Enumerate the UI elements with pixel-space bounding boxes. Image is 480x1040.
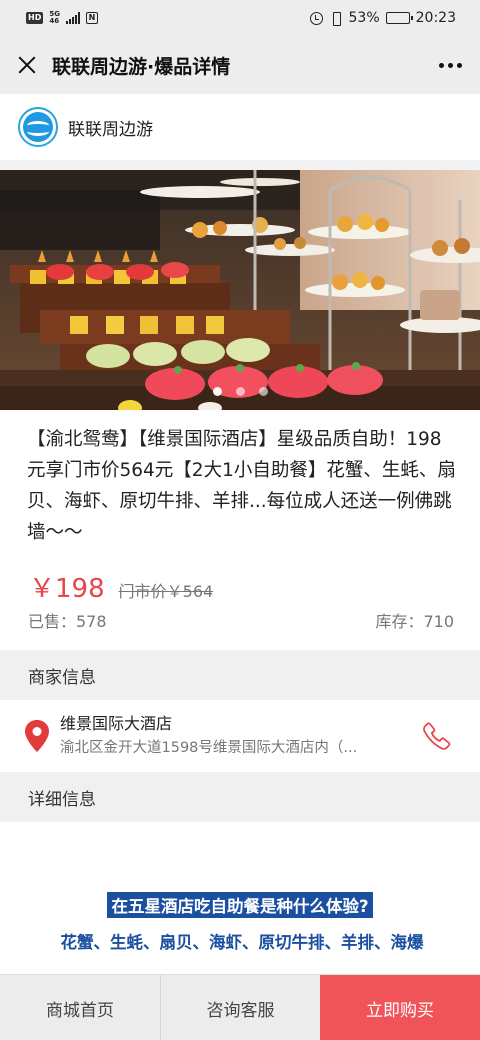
phone-icon[interactable] (422, 721, 452, 751)
status-left: HD 5G 46 N (26, 11, 98, 25)
location-pin-icon (25, 720, 49, 752)
hero-carousel[interactable] (0, 170, 480, 410)
divider (0, 160, 480, 170)
nfc-icon: N (85, 12, 98, 24)
brand-name: 联联周边游 (68, 119, 153, 140)
customer-service-button[interactable]: 咨询客服 (160, 975, 320, 1040)
detail-headline: 在五星酒店吃自助餐是种什么体验? (107, 892, 373, 918)
title-bar: 联联周边游·爆品详情 (0, 36, 480, 94)
detail-body: 在五星酒店吃自助餐是种什么体验? 花蟹、生蚝、扇贝、海虾、原切牛排、羊排、海爆 (0, 822, 480, 974)
carousel-dot[interactable] (235, 387, 245, 396)
sold-count: 已售：578 (28, 612, 107, 631)
merchant-text: 维景国际大酒店 渝北区金开大道1598号维景国际大酒店内（... (60, 712, 422, 760)
battery-percent: 53% (348, 10, 380, 26)
network-type: 5G 46 (49, 11, 60, 25)
merchant-name: 维景国际大酒店 (60, 714, 173, 733)
bottom-action-bar: 商城首页 咨询客服 立即购买 (0, 974, 480, 1040)
merchant-row[interactable]: 维景国际大酒店 渝北区金开大道1598号维景国际大酒店内（... (0, 700, 480, 772)
signal-icon (65, 12, 80, 24)
carousel-dots[interactable] (0, 387, 480, 396)
close-icon[interactable] (16, 54, 38, 76)
current-price: ￥198 (29, 574, 105, 604)
buy-now-button[interactable]: 立即购买 (320, 975, 480, 1040)
sales-stock-row: 已售：578 库存：710 (28, 608, 454, 632)
carousel-dot[interactable] (212, 387, 222, 396)
detail-section-header: 详细信息 (0, 772, 480, 822)
mall-home-button[interactable]: 商城首页 (0, 975, 160, 1040)
merchant-address: 渝北区金开大道1598号维景国际大酒店内（... (60, 740, 358, 756)
detail-headline-wrap: 在五星酒店吃自助餐是种什么体验? (0, 892, 480, 918)
alarm-icon (309, 11, 323, 25)
status-bar: HD 5G 46 N 53% 20:23 (0, 0, 480, 36)
battery-icon (385, 12, 413, 24)
clock: 20:23 (415, 10, 456, 26)
page-title: 联联周边游·爆品详情 (52, 55, 231, 78)
carousel-dot[interactable] (258, 387, 268, 396)
stock-count: 库存：710 (375, 612, 454, 631)
brand-logo-icon (18, 107, 58, 147)
merchant-section-header: 商家信息 (0, 650, 480, 700)
hd-badge: HD (26, 12, 44, 24)
vibrate-icon (329, 11, 343, 26)
product-title: 【渝北鸳鸯】【维景国际酒店】星级品质自助！198元享门市价564元【2大1小自助… (27, 429, 456, 543)
buffet-photo (0, 170, 480, 410)
brand-bar[interactable]: 联联周边游 (0, 94, 480, 160)
price-row: ￥198 门市价￥564 (29, 568, 213, 605)
original-price: 门市价￥564 (118, 582, 214, 601)
more-dots-icon[interactable] (437, 57, 464, 74)
status-right: 53% 20:23 (309, 10, 456, 26)
network-type-bottom: 46 (49, 17, 60, 25)
detail-text: 花蟹、生蚝、扇贝、海虾、原切牛排、羊排、海爆 (60, 933, 424, 952)
